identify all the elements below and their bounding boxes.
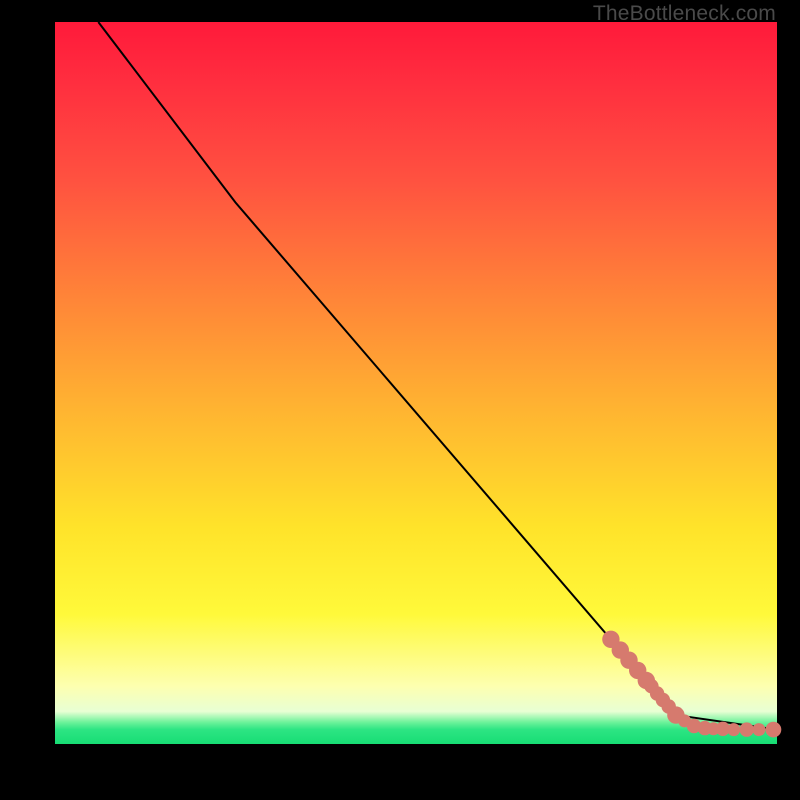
chart-frame: TheBottleneck.com [0, 0, 800, 800]
data-marker [727, 723, 740, 736]
data-marker [740, 722, 754, 736]
gradient-plot-area [55, 22, 777, 744]
data-marker [766, 722, 782, 738]
data-marker [752, 723, 765, 736]
bottleneck-curve [98, 22, 777, 730]
chart-overlay-svg [55, 22, 777, 744]
marker-group [602, 631, 781, 738]
